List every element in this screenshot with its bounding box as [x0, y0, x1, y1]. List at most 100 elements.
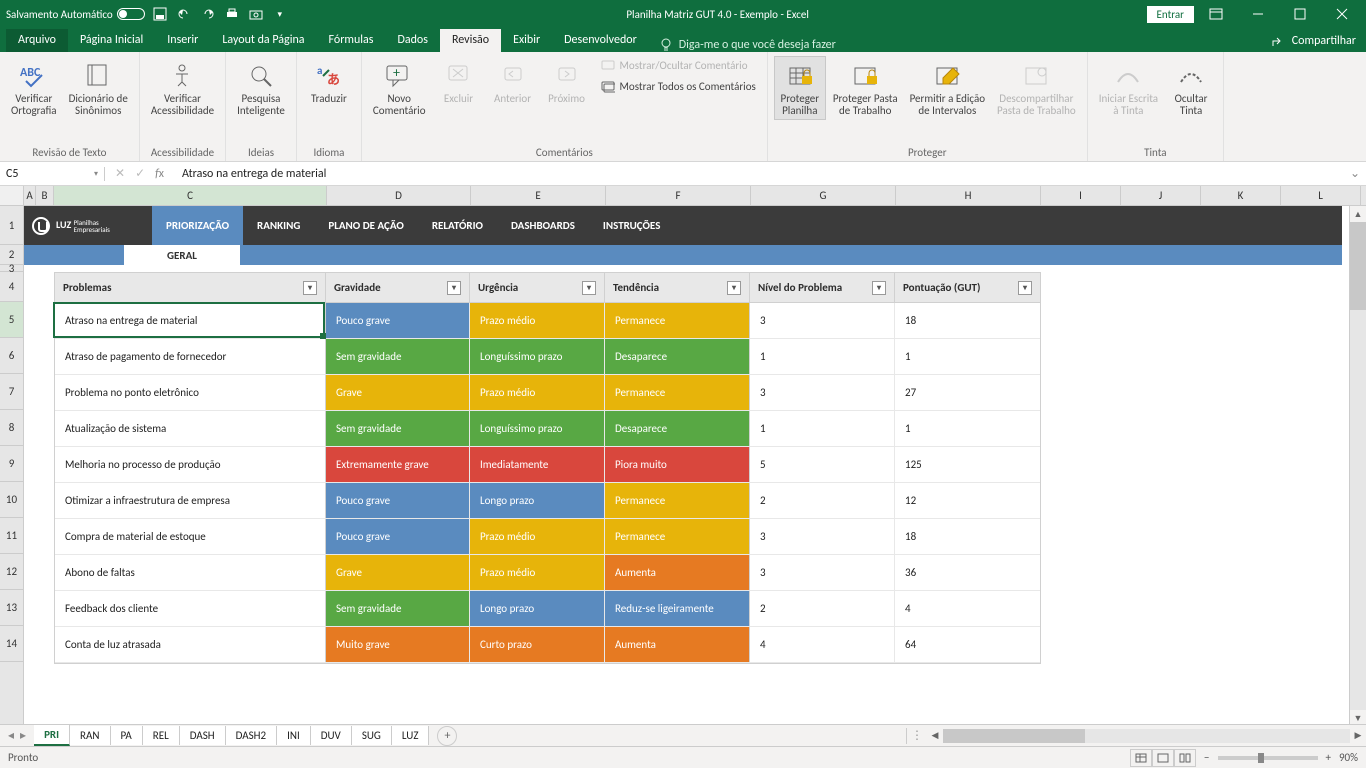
tab-formulas[interactable]: Fórmulas [317, 29, 386, 52]
autosave-toggle[interactable]: Salvamento Automático [6, 8, 145, 21]
scroll-right-icon[interactable]: ▶ [1350, 728, 1366, 744]
new-sheet-button[interactable]: + [437, 726, 457, 746]
view-pagelayout-icon[interactable] [1152, 749, 1174, 767]
row-header[interactable]: 13 [0, 590, 23, 626]
nav-priorizacao[interactable]: PRIORIZAÇÃO [152, 206, 243, 245]
spellcheck-button[interactable]: ABCVerificar Ortografia [6, 56, 62, 120]
filter-icon[interactable]: ▾ [1018, 281, 1032, 295]
sheet-tab[interactable]: DASH2 [226, 726, 277, 745]
cell-tendencia[interactable]: Permanece [605, 303, 750, 338]
cell-problema[interactable]: Conta de luz atrasada [55, 627, 326, 662]
fx-icon[interactable]: fx [155, 167, 164, 181]
cell-grid[interactable]: LUZ Planilhas Empresariais PRIORIZAÇÃO R… [24, 206, 1366, 726]
cell-tendencia[interactable]: Aumenta [605, 627, 750, 662]
undo-icon[interactable] [175, 5, 193, 23]
split-handle-icon[interactable]: ⋮ [907, 728, 927, 743]
vertical-scrollbar[interactable]: ▲ ▼ [1349, 206, 1366, 726]
tab-nav-last-icon[interactable]: ▸ [20, 728, 26, 743]
filter-icon[interactable]: ▾ [872, 281, 886, 295]
cell-pontuacao[interactable]: 125 [895, 447, 1040, 482]
cell-gravidade[interactable]: Pouco grave [326, 519, 470, 554]
showall-comments-button[interactable]: Mostrar Todos os Comentários [595, 77, 761, 97]
col-header[interactable]: A [24, 186, 36, 205]
tab-nav-first-icon[interactable]: ◂ [8, 728, 14, 743]
cell-gravidade[interactable]: Sem gravidade [326, 591, 470, 626]
cell-problema[interactable]: Melhoria no processo de produção [55, 447, 326, 482]
thesaurus-button[interactable]: Dicionário de Sinônimos [64, 56, 133, 120]
signin-button[interactable]: Entrar [1147, 6, 1194, 23]
row-header[interactable]: 12 [0, 554, 23, 590]
scroll-left-icon[interactable]: ◀ [927, 728, 943, 744]
tab-developer[interactable]: Desenvolvedor [552, 29, 649, 52]
hide-ink-button[interactable]: Ocultar Tinta [1165, 56, 1217, 120]
row-header[interactable]: 11 [0, 518, 23, 554]
cell-nivel[interactable]: 3 [750, 375, 895, 410]
cell-problema[interactable]: Atualização de sistema [55, 411, 326, 446]
cancel-icon[interactable]: ✕ [115, 166, 125, 181]
sheet-tab[interactable]: SUG [352, 726, 392, 745]
scroll-up-icon[interactable]: ▲ [1350, 206, 1366, 222]
formula-input[interactable]: Atraso na entrega de material [174, 167, 1344, 181]
col-header[interactable]: L [1281, 186, 1361, 205]
filter-icon[interactable]: ▾ [303, 281, 317, 295]
share-button[interactable]: Compartilhar [1262, 30, 1366, 52]
table-row[interactable]: Atraso na entrega de materialPouco grave… [55, 303, 1040, 339]
redo-icon[interactable] [199, 5, 217, 23]
zoom-level[interactable]: 90% [1339, 751, 1358, 764]
table-row[interactable]: Problema no ponto eletrônicoGravePrazo m… [55, 375, 1040, 411]
cell-problema[interactable]: Atraso de pagamento de fornecedor [55, 339, 326, 374]
filter-icon[interactable]: ▾ [447, 281, 461, 295]
cell-urgencia[interactable]: Imediatamente [470, 447, 605, 482]
minimize-icon[interactable] [1238, 3, 1278, 25]
cell-pontuacao[interactable]: 18 [895, 303, 1040, 338]
tab-home[interactable]: Página Inicial [68, 29, 155, 52]
cell-tendencia[interactable]: Permanece [605, 519, 750, 554]
sheet-tab[interactable]: INI [277, 726, 311, 745]
ribbon-mode-icon[interactable] [1196, 3, 1236, 25]
close-icon[interactable] [1322, 3, 1362, 25]
cell-nivel[interactable]: 2 [750, 591, 895, 626]
cell-problema[interactable]: Otimizar a infraestrutura de empresa [55, 483, 326, 518]
sheet-tab[interactable]: LUZ [392, 726, 430, 745]
tellme-search[interactable]: Diga-me o que você deseja fazer [649, 38, 846, 52]
accessibility-button[interactable]: Verificar Acessibilidade [146, 56, 219, 120]
col-header[interactable]: E [471, 186, 606, 205]
cell-urgencia[interactable]: Prazo médio [470, 375, 605, 410]
cell-gravidade[interactable]: Sem gravidade [326, 411, 470, 446]
cell-problema[interactable]: Problema no ponto eletrônico [55, 375, 326, 410]
tab-data[interactable]: Dados [385, 29, 439, 52]
row-header[interactable]: 6 [0, 338, 23, 374]
tab-view[interactable]: Exibir [501, 29, 552, 52]
cell-urgencia[interactable]: Longuíssimo prazo [470, 339, 605, 374]
cell-tendencia[interactable]: Desaparece [605, 339, 750, 374]
nav-plano[interactable]: PLANO DE AÇÃO [314, 206, 417, 245]
sheet-tab[interactable]: RAN [70, 726, 110, 745]
name-box[interactable]: C5▾ [0, 167, 105, 181]
cell-tendencia[interactable]: Aumenta [605, 555, 750, 590]
cell-problema[interactable]: Compra de material de estoque [55, 519, 326, 554]
row-header[interactable]: 3 [0, 265, 23, 272]
cell-urgencia[interactable]: Longuíssimo prazo [470, 411, 605, 446]
table-row[interactable]: Compra de material de estoquePouco grave… [55, 519, 1040, 555]
cell-nivel[interactable]: 2 [750, 483, 895, 518]
cell-problema[interactable]: Feedback dos cliente [55, 591, 326, 626]
print-icon[interactable] [223, 5, 241, 23]
row-header[interactable]: 9 [0, 446, 23, 482]
table-row[interactable]: Abono de faltasGravePrazo médioAumenta33… [55, 555, 1040, 591]
zoom-slider[interactable] [1218, 756, 1318, 760]
col-header[interactable]: B [36, 186, 54, 205]
cell-urgencia[interactable]: Prazo médio [470, 519, 605, 554]
cell-gravidade[interactable]: Muito grave [326, 627, 470, 662]
cell-nivel[interactable]: 4 [750, 627, 895, 662]
select-all-corner[interactable] [0, 186, 24, 205]
col-header[interactable]: J [1121, 186, 1201, 205]
view-normal-icon[interactable] [1130, 749, 1152, 767]
enter-icon[interactable]: ✓ [135, 166, 145, 181]
view-pagebreak-icon[interactable] [1174, 749, 1196, 767]
cell-gravidade[interactable]: Grave [326, 555, 470, 590]
tab-file[interactable]: Arquivo [6, 29, 68, 52]
sheet-tab[interactable]: PA [111, 726, 143, 745]
cell-urgencia[interactable]: Longo prazo [470, 483, 605, 518]
cell-nivel[interactable]: 3 [750, 519, 895, 554]
translate-button[interactable]: aあTraduzir [303, 56, 355, 108]
